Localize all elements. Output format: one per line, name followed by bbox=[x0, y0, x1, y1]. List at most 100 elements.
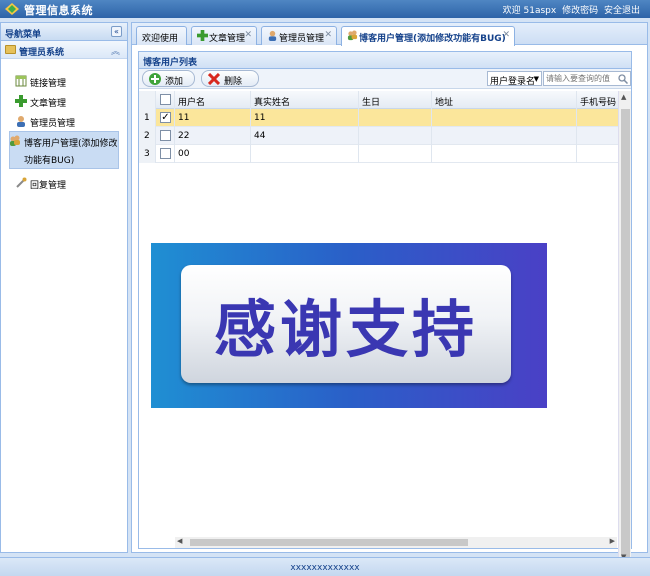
cell-username: 00 bbox=[175, 145, 251, 163]
sidebar-item-label: 回复管理 bbox=[30, 181, 67, 191]
row-select-cell: ✓ bbox=[156, 109, 175, 127]
cell-realname: 11 bbox=[251, 109, 359, 127]
app-title: 管理信息系统 bbox=[24, 4, 93, 17]
add-button[interactable]: 添加 bbox=[142, 70, 195, 87]
close-icon[interactable]: ✕ bbox=[324, 30, 332, 40]
grid-title-bar: 博客用户列表 bbox=[139, 52, 631, 69]
app-logo-icon bbox=[5, 3, 19, 15]
thank-you-banner: 感谢支持 bbox=[151, 243, 547, 408]
footer: xxxxxxxxxxxxx bbox=[0, 557, 650, 576]
green-plus-icon bbox=[197, 30, 208, 41]
user-icon bbox=[17, 116, 25, 127]
sidebar-item-articles[interactable]: 文章管理 bbox=[13, 91, 127, 111]
tab-label: 欢迎使用 bbox=[142, 34, 179, 44]
column-header[interactable]: 地址 bbox=[432, 91, 577, 109]
delete-button[interactable]: 删除 bbox=[201, 70, 259, 87]
tab-blog-users[interactable]: 博客用户管理(添加修改功能有BUG) ✕ bbox=[341, 26, 515, 46]
logout-link[interactable]: 安全退出 bbox=[604, 6, 640, 16]
cell-birthday bbox=[359, 127, 432, 145]
tab-bar: 欢迎使用 文章管理 ✕ 管理员管理 ✕ 博客用户管理(添加修改功能有BUG) ✕ bbox=[132, 23, 647, 46]
add-button-label: 添加 bbox=[165, 77, 184, 87]
scroll-thumb[interactable] bbox=[190, 539, 468, 546]
row-select-cell bbox=[156, 127, 175, 145]
change-password-link[interactable]: 修改密码 bbox=[562, 6, 598, 16]
footer-text: xxxxxxxxxxxxx bbox=[290, 563, 360, 573]
add-circle-icon bbox=[149, 73, 161, 85]
column-header[interactable]: 生日 bbox=[359, 91, 432, 109]
nav-panel-title: 导航菜单 bbox=[5, 30, 42, 40]
close-icon[interactable]: ✕ bbox=[502, 30, 510, 40]
row-number: 3 bbox=[139, 145, 156, 163]
select-all-checkbox[interactable] bbox=[160, 94, 171, 105]
wrench-icon bbox=[16, 177, 27, 188]
search-field-select[interactable]: 用户登录名 ▼ bbox=[487, 71, 542, 87]
nav-group-title: 管理员系统 bbox=[19, 48, 65, 58]
nav-group-header[interactable]: 管理员系统 ︽ bbox=[1, 41, 127, 59]
search-input[interactable] bbox=[544, 72, 618, 85]
row-number-header bbox=[139, 91, 156, 109]
welcome-text: 欢迎 51aspx bbox=[502, 6, 557, 16]
cell-username: 22 bbox=[175, 127, 251, 145]
scroll-thumb[interactable] bbox=[621, 109, 630, 559]
table-row[interactable]: 1 ✓ 11 11 bbox=[139, 109, 631, 127]
sidebar-item-label: 博客用户管理(添加修改功能有BUG) bbox=[24, 139, 118, 166]
user-icon bbox=[268, 30, 277, 41]
vertical-scrollbar[interactable]: ▲ ▼ bbox=[618, 91, 631, 563]
cell-realname bbox=[251, 145, 359, 163]
row-checkbox[interactable]: ✓ bbox=[160, 112, 171, 123]
cell-birthday bbox=[359, 109, 432, 127]
cell-birthday bbox=[359, 145, 432, 163]
scroll-right-icon[interactable]: ▶ bbox=[610, 537, 615, 545]
tab-admins[interactable]: 管理员管理 ✕ bbox=[261, 26, 337, 45]
scroll-up-icon[interactable]: ▲ bbox=[621, 93, 626, 101]
nav-panel: 导航菜单 « 管理员系统 ︽ 链接管理 文章管理 管理员管理 博客用户管理(添加… bbox=[0, 22, 128, 553]
row-checkbox[interactable] bbox=[160, 130, 171, 141]
row-select-cell bbox=[156, 145, 175, 163]
delete-button-label: 删除 bbox=[224, 77, 243, 87]
cell-address bbox=[432, 127, 577, 145]
top-header: 管理信息系统 欢迎 51aspx 修改密码 安全退出 bbox=[0, 0, 650, 18]
close-icon[interactable]: ✕ bbox=[244, 30, 252, 40]
cell-realname: 44 bbox=[251, 127, 359, 145]
users-icon bbox=[347, 30, 358, 41]
user-table: 用户名 真实姓名 生日 地址 手机号码 1 ✓ 11 11 2 22 44 3 … bbox=[139, 91, 631, 163]
table-row[interactable]: 2 22 44 bbox=[139, 127, 631, 145]
select-all-cell bbox=[156, 91, 175, 109]
nav-panel-header: 导航菜单 « bbox=[1, 23, 127, 41]
link-grid-icon bbox=[15, 75, 27, 87]
column-header[interactable]: 真实姓名 bbox=[251, 91, 359, 109]
cell-address bbox=[432, 109, 577, 127]
sidebar-item-label: 管理员管理 bbox=[30, 119, 76, 129]
cell-address bbox=[432, 145, 577, 163]
grid-toolbar: 添加 删除 用户登录名 ▼ bbox=[139, 69, 631, 89]
sidebar-item-links[interactable]: 链接管理 bbox=[13, 71, 127, 91]
sidebar-item-blog-users[interactable]: 博客用户管理(添加修改功能有BUG) bbox=[9, 131, 119, 169]
search-icon[interactable] bbox=[618, 74, 628, 84]
main-area: 欢迎使用 文章管理 ✕ 管理员管理 ✕ 博客用户管理(添加修改功能有BUG) ✕… bbox=[131, 22, 648, 563]
green-plus-icon bbox=[15, 95, 27, 107]
tab-welcome[interactable]: 欢迎使用 bbox=[136, 26, 187, 45]
horizontal-scrollbar[interactable]: ◀ ▶ bbox=[175, 537, 617, 548]
table-header-row: 用户名 真实姓名 生日 地址 手机号码 bbox=[139, 91, 631, 109]
search-box bbox=[543, 71, 631, 86]
banner-plate: 感谢支持 bbox=[181, 265, 511, 383]
collapse-panel-button[interactable]: « bbox=[111, 26, 122, 37]
tab-label: 博客用户管理(添加修改功能有BUG) bbox=[359, 34, 506, 44]
sidebar-item-label: 文章管理 bbox=[30, 99, 67, 109]
table-row[interactable]: 3 00 bbox=[139, 145, 631, 163]
row-checkbox[interactable] bbox=[160, 148, 171, 159]
delete-x-icon bbox=[208, 73, 220, 85]
row-number: 2 bbox=[139, 127, 156, 145]
blog-user-grid-panel: 博客用户列表 添加 删除 用户登录名 ▼ 请输入要查询的值 用户名 真实姓名 生… bbox=[138, 51, 632, 563]
caret-down-icon: ▼ bbox=[533, 75, 539, 83]
tab-label: 文章管理 bbox=[209, 34, 246, 44]
column-header[interactable]: 用户名 bbox=[175, 91, 251, 109]
tab-articles[interactable]: 文章管理 ✕ bbox=[191, 26, 257, 45]
chevron-up-icon[interactable]: ︽ bbox=[111, 44, 120, 57]
scroll-left-icon[interactable]: ◀ bbox=[177, 537, 182, 545]
banner-text: 感谢支持 bbox=[213, 293, 478, 366]
sidebar-item-admins[interactable]: 管理员管理 bbox=[13, 111, 127, 131]
cell-username: 11 bbox=[175, 109, 251, 127]
sidebar-item-replies[interactable]: 回复管理 bbox=[13, 173, 127, 193]
grid-title: 博客用户列表 bbox=[143, 58, 198, 68]
